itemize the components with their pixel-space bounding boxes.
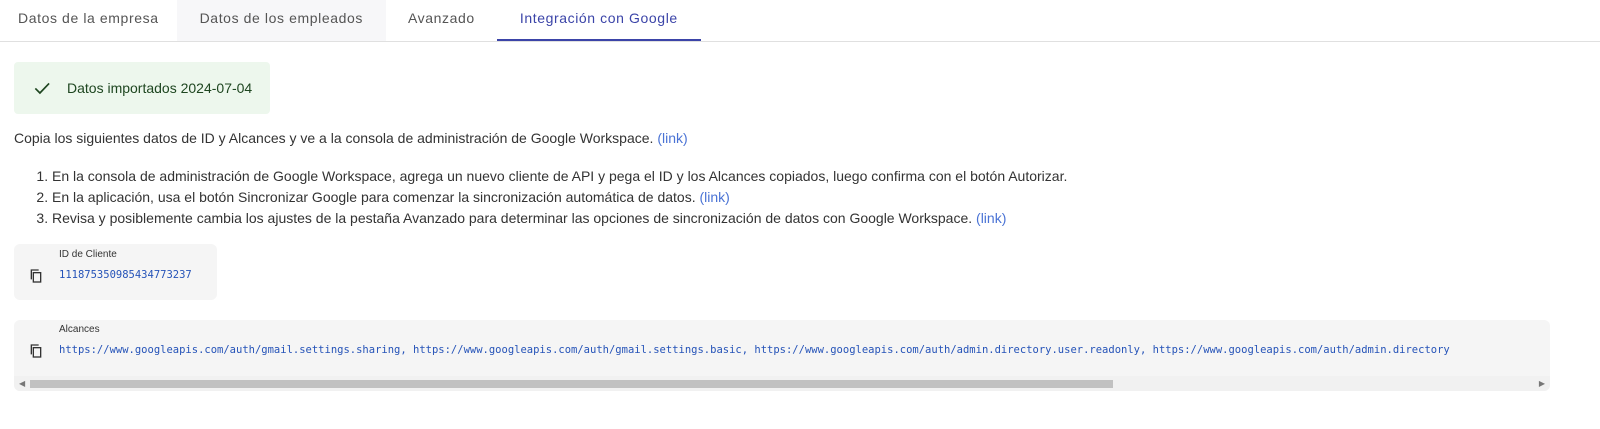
step-link[interactable]: (link): [976, 210, 1006, 226]
scopes-field: Alcances https://www.googleapis.com/auth…: [14, 320, 1550, 391]
instruction-list: En la consola de administración de Googl…: [14, 166, 1067, 229]
intro-link[interactable]: (link): [657, 130, 687, 146]
copy-icon[interactable]: [28, 343, 44, 359]
step-link[interactable]: (link): [699, 189, 729, 205]
tab-employee-data[interactable]: Datos de los empleados: [176, 0, 386, 41]
scopes-label: Alcances: [59, 324, 100, 335]
scrollbar-thumb[interactable]: [30, 380, 1113, 388]
success-alert: Datos importados 2024-07-04: [14, 62, 270, 114]
tab-bar: Datos de la empresa Datos de los emplead…: [0, 0, 1600, 42]
client-id-value[interactable]: 111875350985434773237: [59, 269, 192, 281]
instruction-step: En la consola de administración de Googl…: [52, 166, 1067, 187]
horizontal-scrollbar[interactable]: ◀ ▶: [14, 376, 1550, 391]
tab-advanced[interactable]: Avanzado: [386, 0, 497, 41]
copy-icon[interactable]: [28, 268, 44, 284]
tab-company-data[interactable]: Datos de la empresa: [0, 0, 177, 41]
scopes-value[interactable]: https://www.googleapis.com/auth/gmail.se…: [59, 344, 1450, 356]
check-icon: [34, 82, 50, 95]
intro-text: Copia los siguientes datos de ID y Alcan…: [14, 130, 688, 146]
client-id-label: ID de Cliente: [59, 249, 117, 260]
step-text: En la consola de administración de Googl…: [52, 168, 1068, 184]
alert-message: Datos importados 2024-07-04: [67, 80, 253, 96]
scroll-right-arrow-icon[interactable]: ▶: [1539, 380, 1545, 388]
tab-google-integration[interactable]: Integración con Google: [496, 0, 701, 41]
step-text: Revisa y posiblemente cambia los ajustes…: [52, 210, 973, 226]
scroll-left-arrow-icon[interactable]: ◀: [19, 380, 25, 388]
intro-sentence: Copia los siguientes datos de ID y Alcan…: [14, 130, 654, 146]
client-id-field: ID de Cliente 111875350985434773237: [14, 244, 217, 300]
instruction-step: En la aplicación, usa el botón Sincroniz…: [52, 187, 1067, 208]
step-text: En la aplicación, usa el botón Sincroniz…: [52, 189, 696, 205]
instruction-step: Revisa y posiblemente cambia los ajustes…: [52, 208, 1067, 229]
